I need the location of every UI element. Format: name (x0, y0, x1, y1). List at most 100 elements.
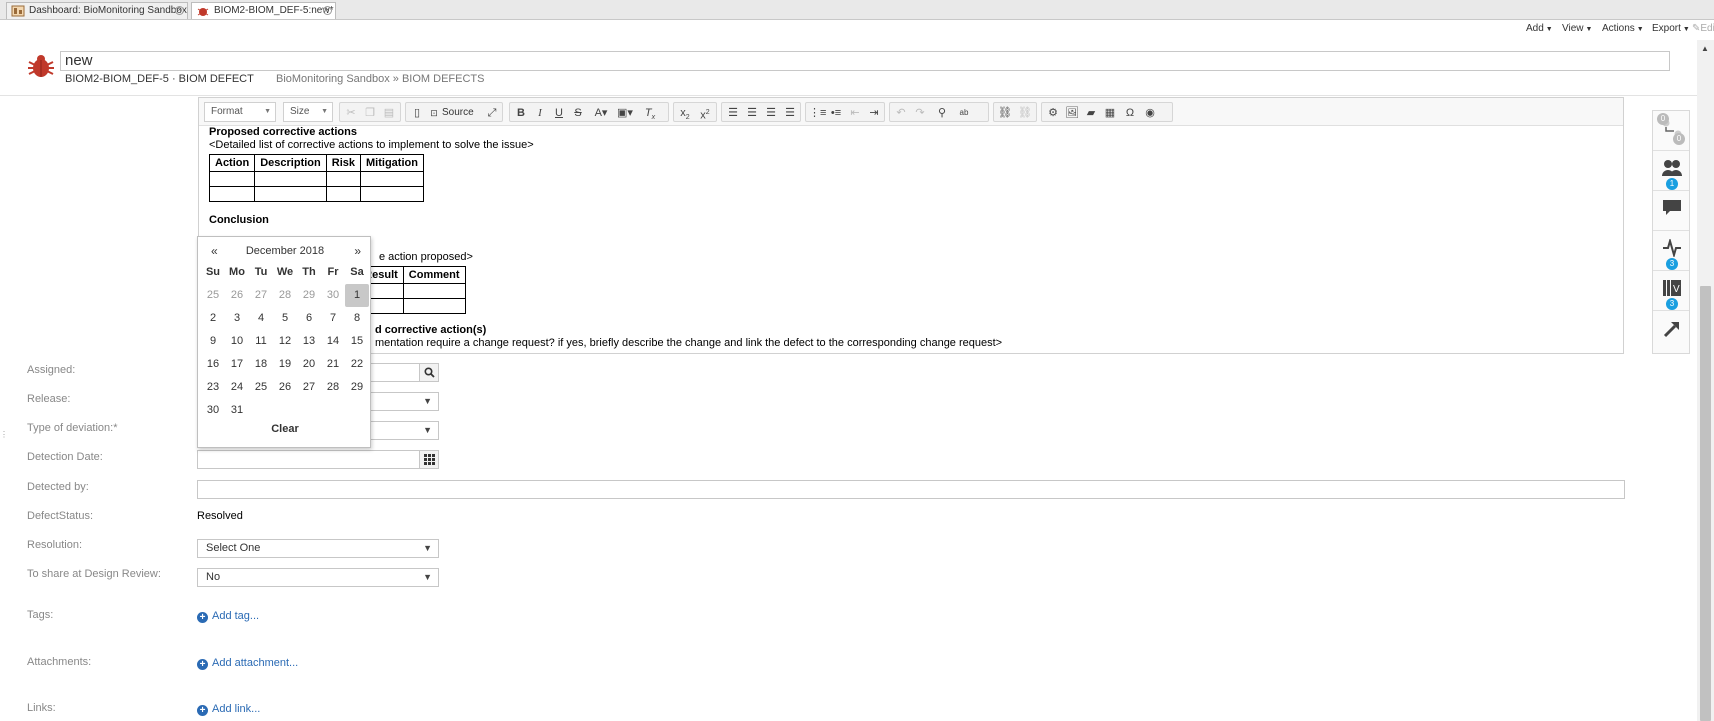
add-tag-link[interactable]: + Add tag... (197, 610, 259, 623)
source-button[interactable]: Source (442, 105, 474, 121)
share-select[interactable]: No ▼ (197, 568, 439, 587)
datepicker-day[interactable]: 9 (201, 330, 225, 353)
find-icon[interactable]: ⚲ (934, 105, 950, 121)
datepicker-day[interactable]: 22 (345, 353, 369, 376)
indent-icon[interactable]: ⇥ (866, 105, 882, 121)
format-select[interactable]: Format ▼ (204, 102, 276, 122)
datepicker-day[interactable]: 7 (321, 307, 345, 330)
datepicker-day[interactable]: 5 (273, 307, 297, 330)
remove-format-icon[interactable]: Tx (642, 105, 658, 121)
datepicker-day[interactable]: 4 (249, 307, 273, 330)
menu-actions[interactable]: Actions ▼ (1602, 23, 1644, 34)
datepicker-day[interactable]: 13 (297, 330, 321, 353)
help-icon[interactable]: ◉ (1142, 105, 1158, 121)
detected-by-input[interactable] (197, 480, 1625, 499)
datepicker-day[interactable]: 25 (249, 376, 273, 399)
breadcrumb[interactable]: BioMonitoring Sandbox » BIOM DEFECTS (276, 73, 484, 85)
datepicker-day[interactable]: 8 (345, 307, 369, 330)
datepicker-day[interactable]: 6 (297, 307, 321, 330)
numbered-list-icon[interactable]: ⋮≡ (809, 105, 826, 121)
tab-dashboard[interactable]: Dashboard: BioMonitoring Sandbox × (6, 2, 188, 19)
add-attachment-link[interactable]: + Add attachment... (197, 657, 298, 670)
datepicker-day[interactable]: 30 (201, 399, 225, 422)
menu-add[interactable]: Add ▼ (1526, 23, 1553, 34)
strike-icon[interactable]: S (570, 105, 586, 121)
source-icon[interactable]: ⊡ (426, 105, 442, 121)
search-button[interactable] (419, 364, 438, 381)
datepicker-day[interactable]: 25 (201, 284, 225, 307)
align-center-icon[interactable]: ☰ (744, 105, 760, 121)
resize-handle[interactable]: ⋮ (0, 430, 8, 440)
datepicker-day[interactable]: 20 (297, 353, 321, 376)
scroll-up-icon[interactable]: ▲ (1701, 44, 1709, 53)
text-color-icon[interactable]: A▾ (590, 105, 612, 121)
datepicker-day[interactable]: 18 (249, 353, 273, 376)
sidebar-relations[interactable]: 0 0 (1653, 111, 1689, 151)
tab-defect[interactable]: BIOM2-BIOM_DEF-5:new* × (191, 2, 336, 19)
title-input[interactable]: new (60, 51, 1670, 71)
cut-icon[interactable]: ✂ (343, 105, 359, 121)
description-editor[interactable]: Format ▼ Size ▼ ✂ ❐ ▤ ▯ ⊡ Source ⤢ B I U S… (198, 97, 1624, 354)
datepicker-day[interactable]: 12 (273, 330, 297, 353)
align-justify-icon[interactable]: ☰ (782, 105, 798, 121)
sidebar-versions[interactable]: V 3 (1653, 271, 1689, 311)
datepicker-day[interactable]: 1 (345, 284, 369, 307)
datepicker-day[interactable]: 29 (345, 376, 369, 399)
folder-icon[interactable]: ▰ (1083, 105, 1099, 121)
replace-icon[interactable]: ab (956, 105, 972, 121)
menu-view[interactable]: View ▼ (1562, 23, 1592, 34)
datepicker-day[interactable]: 10 (225, 330, 249, 353)
close-icon[interactable]: × (323, 6, 332, 15)
datepicker-day[interactable]: 3 (225, 307, 249, 330)
datepicker-day[interactable]: 28 (321, 376, 345, 399)
datepicker-day[interactable]: 14 (321, 330, 345, 353)
datepicker-day[interactable]: 2 (201, 307, 225, 330)
datepicker-day[interactable]: 23 (201, 376, 225, 399)
image-icon[interactable]: 🖼 (1064, 105, 1080, 121)
document-icon[interactable]: ▯ (409, 105, 425, 121)
sidebar-link[interactable] (1653, 311, 1689, 351)
redo-icon[interactable]: ↷ (912, 105, 928, 121)
close-icon[interactable]: × (175, 6, 184, 15)
datepicker-day[interactable]: 21 (321, 353, 345, 376)
align-left-icon[interactable]: ☰ (725, 105, 741, 121)
datepicker-day[interactable]: 26 (225, 284, 249, 307)
align-right-icon[interactable]: ☰ (763, 105, 779, 121)
subscript-icon[interactable]: x2 (677, 105, 693, 121)
datepicker-day[interactable]: 24 (225, 376, 249, 399)
link-icon[interactable]: ⛓ (997, 105, 1013, 121)
superscript-icon[interactable]: x2 (697, 105, 713, 122)
detection-date-input[interactable] (197, 450, 439, 469)
datepicker-day[interactable]: 29 (297, 284, 321, 307)
datepicker-day[interactable]: 28 (273, 284, 297, 307)
datepicker-month-title[interactable]: December 2018 (198, 245, 372, 257)
sidebar-activity[interactable]: 3 (1653, 231, 1689, 271)
bulleted-list-icon[interactable]: •≡ (828, 105, 844, 121)
datepicker-clear-button[interactable]: Clear (198, 423, 372, 435)
menu-export[interactable]: Export ▼ (1652, 23, 1690, 34)
maximize-icon[interactable]: ⤢ (484, 105, 500, 121)
macro-icon[interactable]: ⚙ (1045, 105, 1061, 121)
add-link-link[interactable]: + Add link... (197, 703, 260, 716)
datepicker-day[interactable]: 30 (321, 284, 345, 307)
resolution-select[interactable]: Select One ▼ (197, 539, 439, 558)
sidebar-users[interactable]: 1 (1653, 151, 1689, 191)
italic-icon[interactable]: I (532, 105, 548, 121)
datepicker-day[interactable]: 31 (225, 399, 249, 422)
scroll-thumb[interactable] (1700, 286, 1711, 721)
datepicker-day[interactable]: 27 (249, 284, 273, 307)
datepicker-next-button[interactable]: » (354, 244, 361, 258)
bg-color-icon[interactable]: ▣▾ (614, 105, 636, 121)
table-icon[interactable]: ▦ (1102, 105, 1118, 121)
size-select[interactable]: Size ▼ (283, 102, 333, 122)
outdent-icon[interactable]: ⇤ (847, 105, 863, 121)
copy-icon[interactable]: ❐ (362, 105, 378, 121)
datepicker-day[interactable]: 19 (273, 353, 297, 376)
page-scrollbar[interactable]: ▲ (1697, 40, 1714, 721)
datepicker-day[interactable]: 26 (273, 376, 297, 399)
paste-icon[interactable]: ▤ (381, 105, 397, 121)
datepicker-day[interactable]: 17 (225, 353, 249, 376)
datepicker-day[interactable]: 27 (297, 376, 321, 399)
undo-icon[interactable]: ↶ (893, 105, 909, 121)
datepicker-day[interactable]: 11 (249, 330, 273, 353)
